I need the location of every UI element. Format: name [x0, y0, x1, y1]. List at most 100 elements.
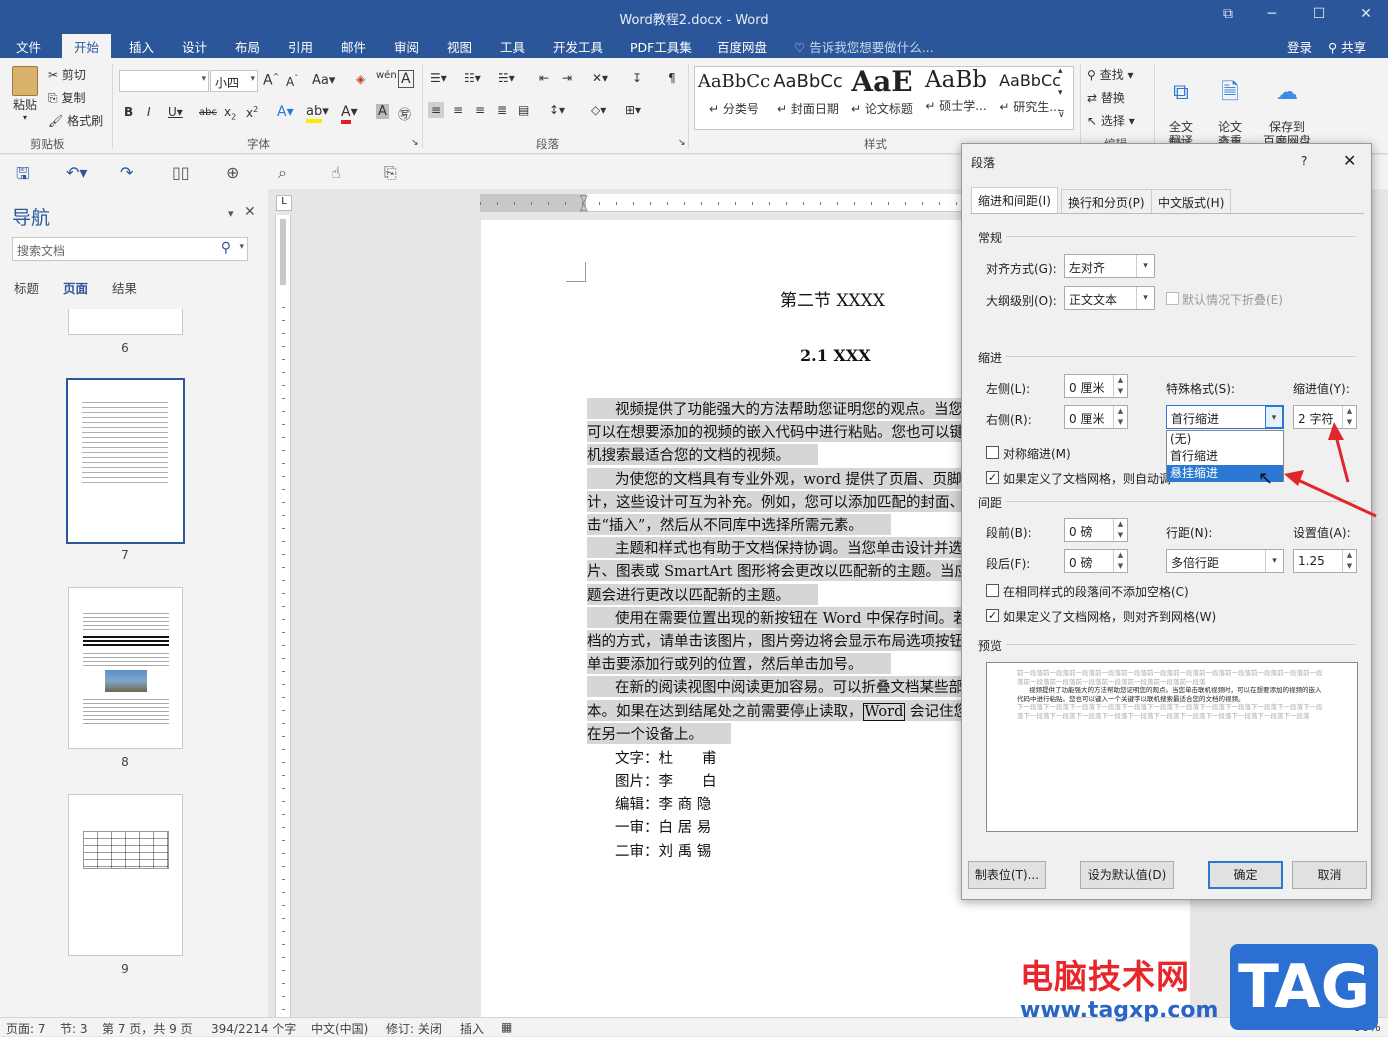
close-icon[interactable]: ✕	[244, 204, 256, 220]
change-case-icon[interactable]: Aa▾	[312, 73, 335, 88]
customize-icon[interactable]: ⎘	[384, 163, 397, 183]
font-size-combo[interactable]: 小四 ▾	[210, 70, 258, 92]
tab-design[interactable]: 设计	[180, 37, 209, 56]
multilevel-list-icon[interactable]: ☵▾	[498, 71, 515, 85]
outline-level-select[interactable]: 正文文本 ▾	[1064, 286, 1155, 310]
option-none[interactable]: (无)	[1167, 431, 1283, 448]
shading-icon[interactable]: ◇▾	[591, 103, 606, 117]
enclose-char-icon[interactable]: ㊢	[398, 104, 411, 123]
spinner-arrows-icon[interactable]: ▲ ▼	[1113, 550, 1127, 572]
no-space-checkbox[interactable]	[986, 584, 999, 597]
chevron-down-icon[interactable]: ▾	[239, 242, 244, 252]
mirror-indent-checkbox[interactable]	[986, 446, 999, 459]
nav-options-icon[interactable]: ▾	[228, 207, 234, 220]
tab-headings[interactable]: 标题	[14, 278, 39, 297]
styles-scroll-down-icon[interactable]: ▾	[1058, 88, 1063, 98]
clear-format-icon[interactable]: ◈	[356, 72, 365, 86]
tab-layout[interactable]: 布局	[233, 37, 262, 56]
styles-scroll-up-icon[interactable]: ▴	[1058, 66, 1063, 76]
print-preview-icon[interactable]: ⌕	[278, 163, 287, 183]
tab-pdf[interactable]: PDF工具集	[628, 37, 694, 56]
status-track-changes[interactable]: 修订: 关闭	[386, 1020, 442, 1037]
select-button[interactable]: ↖ 选择 ▾	[1087, 112, 1135, 129]
alignment-select[interactable]: 左对齐 ▾	[1064, 254, 1155, 278]
right-indent-input[interactable]: 0 厘米 ▲ ▼	[1064, 405, 1128, 429]
paste-button[interactable]: 粘贴 ▾	[8, 66, 42, 122]
align-left-icon[interactable]: ≡	[428, 102, 445, 118]
page-thumbnail[interactable]	[68, 794, 183, 956]
tab-results[interactable]: 结果	[112, 278, 137, 297]
superscript-icon[interactable]: x2	[246, 105, 258, 120]
increase-indent-icon[interactable]: ⇥	[562, 71, 572, 85]
tab-asian-typography[interactable]: 中文版式(H)	[1151, 189, 1232, 213]
tab-indents-spacing[interactable]: 缩进和间距(I)	[971, 187, 1058, 214]
pinyin-icon[interactable]: wén	[376, 70, 397, 81]
tab-mailings[interactable]: 邮件	[339, 37, 368, 56]
spinner-arrows-icon[interactable]: ▲ ▼	[1113, 375, 1127, 397]
char-border-icon[interactable]: A	[398, 70, 414, 88]
ribbon-display-icon[interactable]: ⧉	[1216, 6, 1240, 26]
space-after-input[interactable]: 0 磅 ▲ ▼	[1064, 549, 1128, 573]
tell-me-box[interactable]: ♡ 告诉我您想要做什么...	[792, 37, 936, 56]
underline-icon[interactable]: U▾	[168, 105, 183, 119]
tab-review[interactable]: 审阅	[392, 37, 421, 56]
help-button[interactable]: ?	[1301, 154, 1307, 168]
special-select[interactable]: 首行缩进 ▾	[1166, 405, 1284, 429]
ok-button[interactable]: 确定	[1208, 861, 1283, 889]
cancel-button[interactable]: 取消	[1292, 861, 1367, 889]
page-thumbnail[interactable]	[68, 309, 183, 335]
status-page[interactable]: 页面: 7	[6, 1020, 46, 1037]
justify-icon[interactable]: ≣	[497, 103, 507, 117]
at-input[interactable]: 1.25 ▲ ▼	[1293, 549, 1357, 573]
status-pages[interactable]: 第 7 页，共 9 页	[102, 1020, 193, 1037]
distribute-icon[interactable]: ▤	[518, 103, 529, 117]
close-button[interactable]: ✕	[1354, 6, 1378, 26]
sort-icon[interactable]: ↧	[632, 71, 642, 85]
show-marks-icon[interactable]: ¶	[668, 71, 676, 85]
dialog-launcher-icon[interactable]: ↘	[678, 138, 686, 148]
bullets-icon[interactable]: ☰▾	[430, 71, 447, 85]
char-shading-icon[interactable]: A	[376, 104, 389, 119]
status-section[interactable]: 节: 3	[60, 1020, 88, 1037]
highlight-icon[interactable]: ab▾	[306, 104, 329, 123]
bold-icon[interactable]: B	[124, 105, 133, 119]
replace-button[interactable]: ⇄ 替换	[1087, 89, 1125, 106]
touch-mode-icon[interactable]: ☝	[331, 163, 341, 182]
spinner-arrows-icon[interactable]: ▲ ▼	[1113, 519, 1127, 541]
align-center-icon[interactable]: ≡	[453, 103, 463, 117]
maximize-button[interactable]: ☐	[1307, 6, 1331, 26]
chinese-layout-icon[interactable]: ✕▾	[592, 71, 608, 85]
status-language[interactable]: 中文(中国)	[311, 1020, 368, 1037]
line-spacing-icon[interactable]: ↕▾	[549, 103, 565, 117]
hanging-indent-marker-icon[interactable]: △	[580, 202, 588, 213]
status-insert-mode[interactable]: 插入	[460, 1020, 484, 1037]
strikethrough-icon[interactable]: abc	[199, 107, 217, 118]
style-item[interactable]: AaBbCc ↵ 分类号	[697, 69, 771, 127]
format-painter-button[interactable]: 🖌 格式刷	[48, 112, 103, 129]
undo-icon[interactable]: ↶▾	[66, 163, 87, 182]
line-spacing-select[interactable]: 多倍行距 ▾	[1166, 549, 1284, 573]
read-mode-icon[interactable]: ▯▯	[172, 163, 190, 182]
cut-button[interactable]: ✂ 剪切	[48, 66, 86, 83]
decrease-indent-icon[interactable]: ⇤	[539, 71, 549, 85]
tab-view[interactable]: 视图	[445, 37, 474, 56]
tab-insert[interactable]: 插入	[127, 37, 156, 56]
tab-references[interactable]: 引用	[286, 37, 315, 56]
italic-icon[interactable]: I	[147, 105, 151, 119]
tab-line-page-breaks[interactable]: 换行和分页(P)	[1061, 189, 1152, 213]
share-button[interactable]: ⚲ 共享	[1326, 37, 1368, 56]
tab-stop-selector[interactable]: L	[276, 195, 292, 211]
tab-tools[interactable]: 工具	[498, 37, 527, 56]
page-thumbnail[interactable]	[68, 587, 183, 749]
auto-adjust-checkbox[interactable]: ✓	[986, 471, 999, 484]
dialog-launcher-icon[interactable]: ↘	[411, 138, 419, 148]
set-default-button[interactable]: 设为默认值(D)	[1080, 861, 1174, 889]
spinner-arrows-icon[interactable]: ▲ ▼	[1342, 550, 1356, 572]
style-item[interactable]: AaBb ↵ 硕士学...	[919, 67, 993, 127]
font-name-combo[interactable]: ▾	[119, 70, 209, 92]
copy-button[interactable]: ⎘ 复制	[48, 89, 85, 106]
borders-icon[interactable]: ⊞▾	[625, 103, 641, 117]
align-right-icon[interactable]: ≡	[475, 103, 485, 117]
tab-developer[interactable]: 开发工具	[551, 37, 605, 56]
space-before-input[interactable]: 0 磅 ▲ ▼	[1064, 518, 1128, 542]
